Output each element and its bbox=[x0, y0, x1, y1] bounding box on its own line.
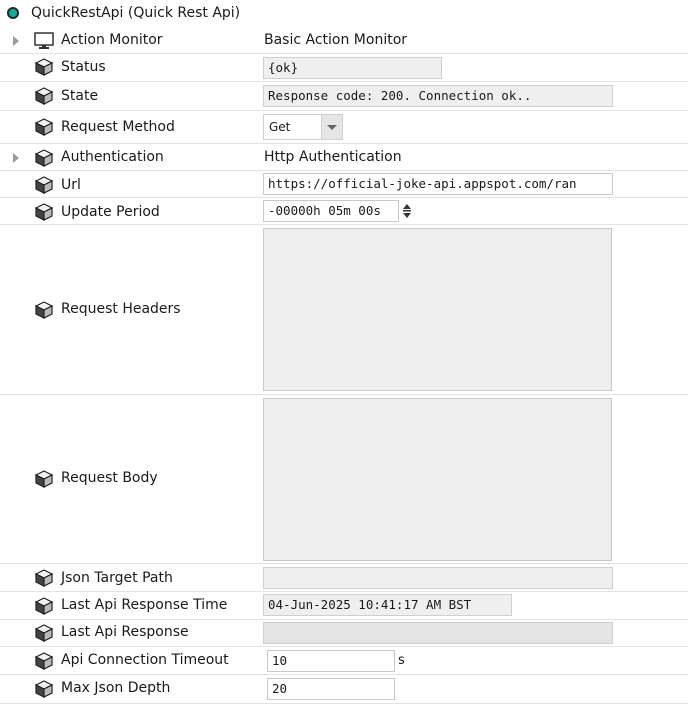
request-method-select[interactable]: Get bbox=[263, 114, 343, 140]
row-label: Api Connection Timeout bbox=[61, 652, 229, 668]
row-value: Http Authentication bbox=[264, 149, 402, 165]
row-label: Authentication bbox=[61, 149, 164, 165]
row-json-target-path: Json Target Path bbox=[0, 564, 688, 592]
cube-icon bbox=[34, 58, 54, 76]
spinner-icon[interactable] bbox=[401, 203, 413, 219]
cube-icon bbox=[34, 569, 54, 587]
row-label: Request Method bbox=[61, 119, 175, 135]
state-field: Response code: 200. Connection ok.. bbox=[263, 85, 613, 107]
api-connection-timeout-input[interactable]: 10 bbox=[267, 650, 395, 672]
cube-icon bbox=[34, 301, 54, 319]
row-request-body: Request Body bbox=[0, 395, 688, 564]
row-api-connection-timeout: Api Connection Timeout 10 s bbox=[0, 647, 688, 675]
last-api-response-field bbox=[263, 622, 613, 644]
row-label: Json Target Path bbox=[61, 570, 173, 586]
json-target-path-input[interactable] bbox=[263, 567, 613, 589]
row-request-method: Request Method Get bbox=[0, 111, 688, 144]
row-last-api-response: Last Api Response bbox=[0, 620, 688, 647]
row-label: Update Period bbox=[61, 204, 160, 220]
object-title-row: QuickRestApi (Quick Rest Api) bbox=[0, 0, 688, 28]
row-label: Max Json Depth bbox=[61, 680, 171, 696]
row-label: Status bbox=[61, 59, 106, 75]
status-field: {ok} bbox=[263, 57, 442, 79]
cube-icon bbox=[34, 470, 54, 488]
request-body-textarea[interactable] bbox=[263, 398, 612, 561]
monitor-icon bbox=[34, 32, 54, 49]
url-input[interactable]: https://official-joke-api.appspot.com/ra… bbox=[263, 173, 613, 195]
cube-icon bbox=[34, 203, 54, 221]
chevron-right-icon[interactable] bbox=[13, 153, 19, 163]
row-max-json-depth: Max Json Depth 20 bbox=[0, 675, 688, 704]
row-action-monitor: Action Monitor Basic Action Monitor bbox=[0, 28, 688, 54]
object-title: QuickRestApi (Quick Rest Api) bbox=[31, 5, 241, 21]
row-status: Status {ok} bbox=[0, 54, 688, 82]
status-dot-icon bbox=[7, 7, 19, 19]
row-update-period: Update Period -00000h 05m 00s bbox=[0, 198, 688, 225]
update-period-input[interactable]: -00000h 05m 00s bbox=[263, 200, 399, 222]
row-label: State bbox=[61, 88, 99, 104]
row-authentication: Authentication Http Authentication bbox=[0, 144, 688, 171]
cube-icon bbox=[34, 176, 54, 194]
timeout-unit: s bbox=[398, 653, 405, 668]
row-state: State Response code: 200. Connection ok.… bbox=[0, 82, 688, 111]
row-label: Action Monitor bbox=[61, 32, 163, 48]
row-value: Basic Action Monitor bbox=[264, 32, 408, 48]
cube-icon bbox=[34, 624, 54, 642]
row-url: Url https://official-joke-api.appspot.co… bbox=[0, 171, 688, 198]
cube-icon bbox=[34, 680, 54, 698]
row-label: Request Body bbox=[61, 470, 158, 486]
row-label: Request Headers bbox=[61, 301, 181, 317]
row-request-headers: Request Headers bbox=[0, 225, 688, 395]
last-api-response-time-field: 04-Jun-2025 10:41:17 AM BST bbox=[263, 594, 512, 616]
chevron-down-icon[interactable] bbox=[321, 115, 342, 139]
request-headers-textarea[interactable] bbox=[263, 228, 612, 391]
row-label: Last Api Response bbox=[61, 624, 189, 640]
row-last-api-response-time: Last Api Response Time 04-Jun-2025 10:41… bbox=[0, 592, 688, 620]
row-label: Url bbox=[61, 177, 81, 193]
cube-icon bbox=[34, 149, 54, 167]
row-label: Last Api Response Time bbox=[61, 597, 228, 613]
chevron-right-icon[interactable] bbox=[13, 36, 19, 46]
cube-icon bbox=[34, 118, 54, 136]
request-method-value: Get bbox=[269, 120, 291, 134]
cube-icon bbox=[34, 652, 54, 670]
max-json-depth-input[interactable]: 20 bbox=[267, 678, 395, 700]
cube-icon bbox=[34, 597, 54, 615]
cube-icon bbox=[34, 87, 54, 105]
